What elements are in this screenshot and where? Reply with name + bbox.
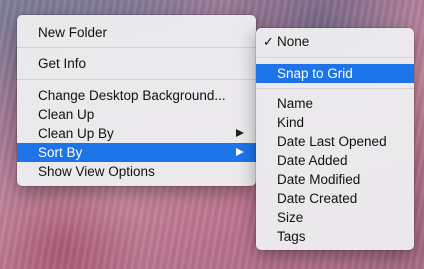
menu-item-label: Show View Options	[38, 164, 155, 179]
menu-item-label: None	[277, 34, 310, 49]
submenu-item-snap-to-grid[interactable]: Snap to Grid	[256, 64, 414, 83]
submenu-item-size[interactable]: Size	[256, 208, 414, 227]
menu-separator	[17, 79, 256, 80]
sort-by-submenu: ✓ None Snap to Grid Name Kind Date Last …	[256, 28, 414, 250]
submenu-item-name[interactable]: Name	[256, 94, 414, 113]
menu-separator	[17, 47, 256, 48]
menu-item-label: Get Info	[38, 56, 87, 71]
menu-item-label: Date Added	[277, 153, 348, 168]
menu-item-label: Tags	[277, 229, 306, 244]
menu-item-show-view-options[interactable]: Show View Options	[17, 162, 256, 181]
submenu-item-tags[interactable]: Tags	[256, 227, 414, 246]
menu-separator	[256, 88, 414, 89]
checkmark-icon: ✓	[263, 34, 274, 49]
submenu-arrow-icon	[236, 129, 244, 137]
menu-item-label: Date Modified	[277, 172, 361, 187]
menu-item-label: Kind	[277, 115, 305, 130]
menu-item-label: Change Desktop Background...	[38, 88, 226, 103]
menu-item-label: Date Created	[277, 191, 358, 206]
submenu-item-date-last-opened[interactable]: Date Last Opened	[256, 132, 414, 151]
menu-item-label: Name	[277, 96, 314, 111]
menu-item-label: Date Last Opened	[277, 134, 387, 149]
menu-item-sort-by[interactable]: Sort By	[17, 143, 256, 162]
menu-item-change-desktop-background[interactable]: Change Desktop Background...	[17, 86, 256, 105]
submenu-item-kind[interactable]: Kind	[256, 113, 414, 132]
submenu-item-date-created[interactable]: Date Created	[256, 189, 414, 208]
submenu-arrow-icon	[236, 148, 244, 156]
submenu-item-none[interactable]: ✓ None	[256, 32, 414, 51]
menu-item-label: Sort By	[38, 145, 83, 160]
menu-item-label: New Folder	[38, 25, 108, 40]
menu-item-label: Snap to Grid	[277, 66, 353, 81]
menu-item-label: Clean Up	[38, 107, 95, 122]
submenu-item-date-modified[interactable]: Date Modified	[256, 170, 414, 189]
menu-item-clean-up[interactable]: Clean Up	[17, 105, 256, 124]
menu-item-clean-up-by[interactable]: Clean Up By	[17, 124, 256, 143]
menu-separator	[256, 57, 414, 58]
desktop-context-menu: New Folder Get Info Change Desktop Backg…	[17, 15, 256, 186]
menu-item-label: Size	[277, 210, 304, 225]
menu-item-get-info[interactable]: Get Info	[17, 54, 256, 73]
menu-item-label: Clean Up By	[38, 126, 114, 141]
submenu-item-date-added[interactable]: Date Added	[256, 151, 414, 170]
menu-item-new-folder[interactable]: New Folder	[17, 23, 256, 42]
